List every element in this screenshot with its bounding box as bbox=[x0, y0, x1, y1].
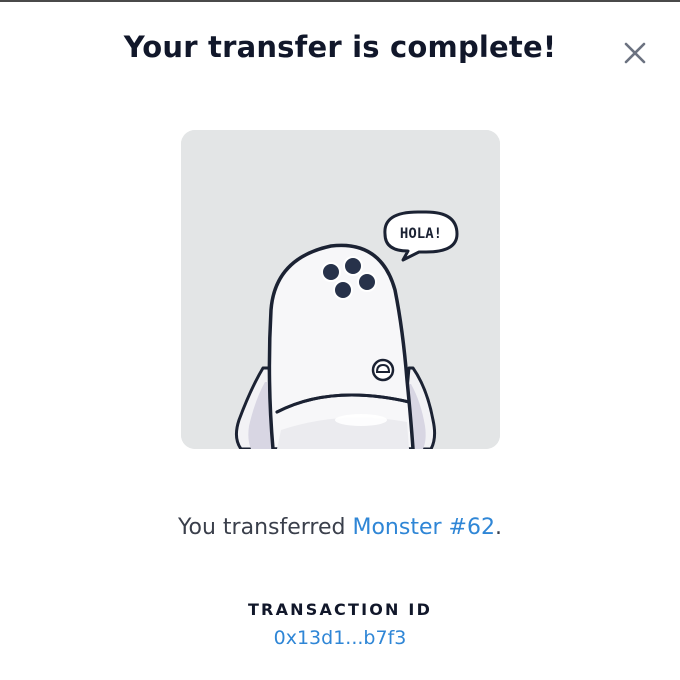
transfer-message-prefix: You transferred bbox=[178, 515, 353, 540]
transaction-id-link[interactable]: 0x13d1...b7f3 bbox=[0, 627, 680, 649]
nft-image: HOLA! bbox=[181, 130, 500, 449]
modal-title: Your transfer is complete! bbox=[123, 30, 557, 64]
speech-bubble-text: HOLA! bbox=[400, 226, 442, 242]
transfer-message: You transferred Monster #62. bbox=[0, 515, 680, 540]
close-button[interactable] bbox=[618, 38, 652, 68]
transfer-message-suffix: . bbox=[494, 515, 502, 540]
top-border bbox=[0, 0, 680, 2]
transaction-id-label: TRANSACTION ID bbox=[247, 600, 433, 619]
nft-item-link[interactable]: Monster #62 bbox=[352, 515, 494, 540]
body-button bbox=[371, 358, 395, 382]
close-icon bbox=[624, 42, 646, 64]
